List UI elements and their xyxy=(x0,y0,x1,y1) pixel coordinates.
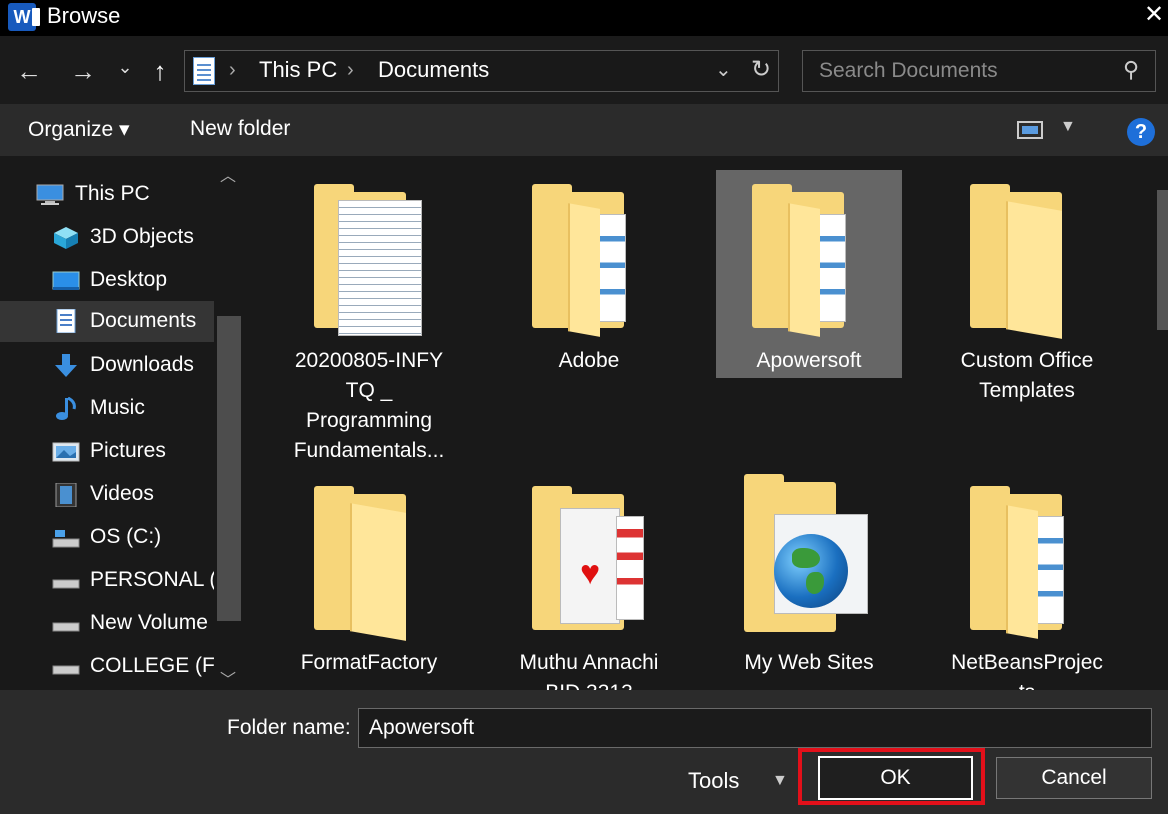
folder-item-selected[interactable]: Apowersoft xyxy=(716,170,902,378)
folder-name-label: Folder name: xyxy=(227,716,351,739)
up-arrow-icon[interactable]: ↑ xyxy=(143,56,177,86)
music-icon xyxy=(56,397,76,420)
sidebar-item-music[interactable]: Music xyxy=(0,390,214,428)
sidebar-item-desktop[interactable]: Desktop xyxy=(0,262,214,300)
video-icon xyxy=(55,483,77,507)
cube-icon xyxy=(54,227,78,249)
folder-name: 20200805-INFY TQ _ Programming Fundament… xyxy=(293,349,445,462)
sidebar-item-label: This PC xyxy=(75,182,150,205)
sidebar-item-label: Downloads xyxy=(90,353,194,376)
document-icon xyxy=(56,309,76,333)
drive-icon xyxy=(52,579,80,589)
sidebar-item-label: 3D Objects xyxy=(90,225,194,248)
documents-location-icon xyxy=(193,57,215,85)
drive-icon xyxy=(52,622,80,632)
sidebar-item-3d-objects[interactable]: 3D Objects xyxy=(0,219,214,257)
sidebar-item-new-volume[interactable]: New Volume xyxy=(0,605,214,643)
help-icon[interactable]: ? xyxy=(1127,118,1155,146)
sidebar-item-label: COLLEGE (F: xyxy=(90,654,214,677)
folder-name: Apowersoft xyxy=(756,349,862,372)
dialog-footer: Folder name: Tools ▼ OK Cancel xyxy=(0,690,1168,814)
sidebar-item-documents[interactable]: Documents xyxy=(0,301,214,342)
sidebar-item-personal[interactable]: PERSONAL ( xyxy=(0,562,214,600)
refresh-icon[interactable]: ↻ xyxy=(751,55,771,84)
folder-item[interactable]: 20200805-INFY TQ _ Programming Fundament… xyxy=(276,170,462,466)
folder-item[interactable]: NetBeansProjec ts xyxy=(934,474,1120,690)
breadcrumb-documents[interactable]: Documents xyxy=(378,57,489,83)
folder-name: FormatFactory xyxy=(300,651,438,674)
sidebar-item-college[interactable]: COLLEGE (F: xyxy=(0,648,214,686)
navigation-pane: This PC 3D Objects Desktop Documents Dow… xyxy=(0,156,246,690)
address-bar[interactable]: › This PC › Documents ⌄ ↻ xyxy=(184,50,779,92)
folder-name: Muthu Annachi BID 3313 xyxy=(519,651,659,690)
folder-item[interactable]: FormatFactory xyxy=(276,474,462,690)
content-scroll-thumb[interactable] xyxy=(1157,190,1168,330)
forward-arrow-icon[interactable]: → xyxy=(66,56,100,86)
globe-icon xyxy=(774,534,848,608)
scroll-up-chevron-icon[interactable]: ︿ xyxy=(220,162,236,186)
folder-name: My Web Sites xyxy=(744,651,874,674)
window-title: Browse xyxy=(47,3,121,28)
download-icon xyxy=(55,354,77,377)
picture-icon xyxy=(52,442,80,462)
drive-icon xyxy=(52,665,80,675)
title-bar: W Browse ✕ xyxy=(0,0,1168,36)
drive-icon xyxy=(52,530,80,548)
word-app-icon: W xyxy=(8,3,40,31)
view-options-dropdown-icon[interactable]: ▼ xyxy=(1060,118,1076,136)
sidebar-item-label: Music xyxy=(90,396,145,419)
sidebar-item-label: New Volume xyxy=(90,611,208,634)
sidebar-item-downloads[interactable]: Downloads xyxy=(0,347,214,385)
change-view-icon[interactable] xyxy=(1017,121,1043,139)
sidebar-item-label: OS (C:) xyxy=(90,525,162,548)
navigation-bar: ← → ⌄ ↑ › This PC › Documents ⌄ ↻ Search… xyxy=(0,36,1168,104)
sidebar-item-label: Videos xyxy=(90,482,154,505)
sidebar-item-videos[interactable]: Videos xyxy=(0,476,214,514)
ok-button[interactable]: OK xyxy=(818,756,973,800)
computer-icon xyxy=(36,184,64,205)
folder-item[interactable]: My Web Sites xyxy=(716,474,902,690)
tools-button[interactable]: Tools xyxy=(688,768,739,794)
folder-item[interactable]: Custom Office Templates xyxy=(934,170,1120,410)
address-dropdown-icon[interactable]: ⌄ xyxy=(715,57,732,82)
scroll-down-chevron-icon[interactable]: ﹀ xyxy=(220,666,236,690)
breadcrumb-separator: › xyxy=(347,59,354,81)
sidebar-item-os-c[interactable]: OS (C:) xyxy=(0,519,214,557)
folder-item[interactable]: Adobe xyxy=(496,170,682,380)
file-list: 20200805-INFY TQ _ Programming Fundament… xyxy=(246,156,1168,690)
new-folder-button[interactable]: New folder xyxy=(190,117,290,141)
search-icon[interactable]: ⚲ xyxy=(1123,57,1139,83)
recent-locations-chevron-icon[interactable]: ⌄ xyxy=(108,52,142,82)
search-placeholder: Search Documents xyxy=(819,59,998,82)
breadcrumb-separator: › xyxy=(229,59,236,81)
command-toolbar: Organize ▾ New folder ▼ ? xyxy=(0,104,1168,156)
search-input[interactable]: Search Documents ⚲ xyxy=(802,50,1156,92)
folder-name: Custom Office Templates xyxy=(960,349,1094,402)
sidebar-scroll-thumb[interactable] xyxy=(217,316,241,621)
folder-name: NetBeansProjec ts xyxy=(951,651,1103,690)
cancel-button[interactable]: Cancel xyxy=(996,757,1152,799)
sidebar-item-label: Desktop xyxy=(90,268,168,291)
heart-icon: ♥ xyxy=(580,554,601,592)
folder-name-field[interactable] xyxy=(358,708,1152,748)
sidebar-item-this-pc[interactable]: This PC xyxy=(0,176,214,214)
sidebar-item-label: PERSONAL ( xyxy=(90,568,214,591)
sidebar-item-label: Documents xyxy=(90,309,197,332)
sidebar-item-label: Pictures xyxy=(90,439,166,462)
desktop-icon xyxy=(52,271,80,290)
tools-dropdown-icon[interactable]: ▼ xyxy=(772,772,788,790)
breadcrumb-this-pc[interactable]: This PC xyxy=(259,57,337,83)
folder-item[interactable]: ♥ Muthu Annachi BID 3313 xyxy=(496,474,682,690)
folder-name: Adobe xyxy=(558,349,620,372)
back-arrow-icon[interactable]: ← xyxy=(12,56,46,86)
sidebar-item-pictures[interactable]: Pictures xyxy=(0,433,214,471)
organize-button[interactable]: Organize ▾ xyxy=(28,117,130,142)
close-icon[interactable]: ✕ xyxy=(1140,0,1168,30)
